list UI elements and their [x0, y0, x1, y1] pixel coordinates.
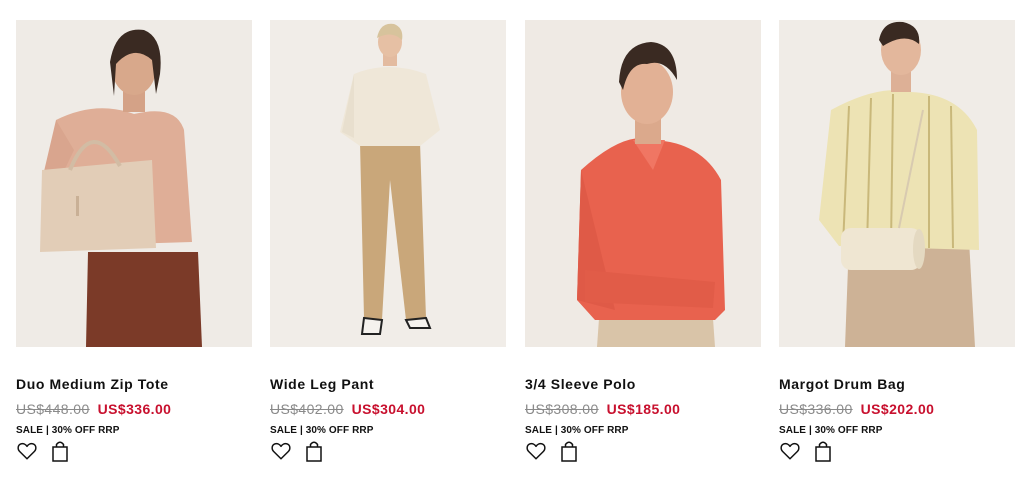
- product-name[interactable]: Margot Drum Bag: [779, 376, 905, 392]
- product-image[interactable]: [779, 20, 1015, 347]
- sale-price: US$304.00: [351, 401, 426, 417]
- heart-icon[interactable]: [779, 440, 801, 462]
- sale-price: US$202.00: [860, 401, 935, 417]
- product-price: US$448.00 US$336.00: [16, 401, 171, 417]
- sale-label: SALE | 30% OFF RRP: [270, 425, 374, 436]
- shopping-bag-icon[interactable]: [304, 440, 324, 462]
- product-card: Duo Medium Zip Tote US$448.00 US$336.00 S…: [16, 20, 252, 470]
- original-price: US$336.00: [779, 401, 853, 417]
- product-name[interactable]: Wide Leg Pant: [270, 376, 374, 392]
- heart-icon[interactable]: [16, 440, 38, 462]
- original-price: US$402.00: [270, 401, 344, 417]
- sale-price: US$336.00: [97, 401, 172, 417]
- product-card: Wide Leg Pant US$402.00 US$304.00 SALE | …: [270, 20, 506, 470]
- heart-icon[interactable]: [525, 440, 547, 462]
- product-price: US$336.00 US$202.00: [779, 401, 934, 417]
- sale-label: SALE | 30% OFF RRP: [16, 425, 120, 436]
- shopping-bag-icon[interactable]: [813, 440, 833, 462]
- shopping-bag-icon[interactable]: [50, 440, 70, 462]
- product-name[interactable]: Duo Medium Zip Tote: [16, 376, 169, 392]
- product-image[interactable]: [525, 20, 761, 347]
- shopping-bag-icon[interactable]: [559, 440, 579, 462]
- product-price: US$308.00 US$185.00: [525, 401, 680, 417]
- sale-label: SALE | 30% OFF RRP: [779, 425, 883, 436]
- product-image[interactable]: [16, 20, 252, 347]
- product-price: US$402.00 US$304.00: [270, 401, 425, 417]
- original-price: US$308.00: [525, 401, 599, 417]
- product-card: Margot Drum Bag US$336.00 US$202.00 SALE …: [779, 20, 1015, 470]
- product-grid: Duo Medium Zip Tote US$448.00 US$336.00 S…: [16, 20, 1020, 470]
- sale-label: SALE | 30% OFF RRP: [525, 425, 629, 436]
- product-name[interactable]: 3/4 Sleeve Polo: [525, 376, 636, 392]
- product-image[interactable]: [270, 20, 506, 347]
- product-card: 3/4 Sleeve Polo US$308.00 US$185.00 SALE …: [525, 20, 761, 470]
- original-price: US$448.00: [16, 401, 90, 417]
- heart-icon[interactable]: [270, 440, 292, 462]
- sale-price: US$185.00: [606, 401, 681, 417]
